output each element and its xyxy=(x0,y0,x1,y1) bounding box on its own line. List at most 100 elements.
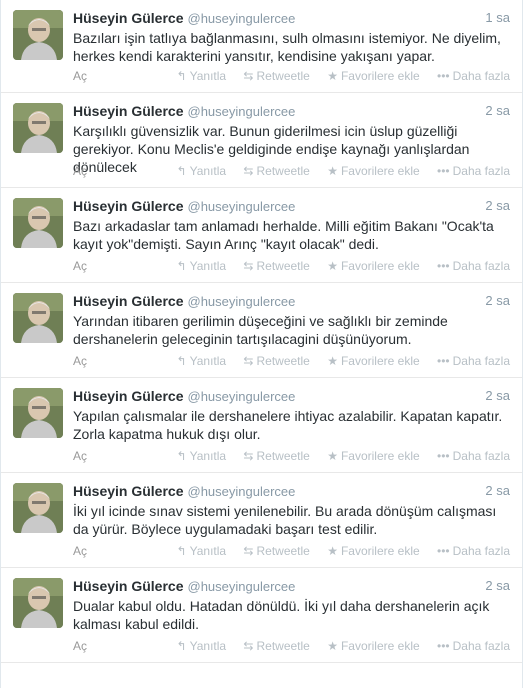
retweet-label: Retweetle xyxy=(256,544,310,558)
more-button[interactable]: ••• Daha fazla xyxy=(437,448,510,464)
author-name[interactable]: Hüseyin Gülerce xyxy=(73,198,184,214)
favorite-label: Favorilere ekle xyxy=(340,354,420,368)
avatar[interactable] xyxy=(13,578,63,628)
tweet-text: İki yıl icinde sınav sistemi yenilenebil… xyxy=(73,503,497,537)
retweet-button[interactable]: ⇆ Retweetle xyxy=(243,353,309,369)
reply-button[interactable]: ↰ Yanıtla xyxy=(177,543,227,559)
reply-button[interactable]: ↰ Yanıtla xyxy=(177,353,227,369)
star-icon: ★ xyxy=(327,164,338,178)
reply-arrow-icon: ↰ xyxy=(176,544,187,558)
tweet-time[interactable]: 1 sa xyxy=(485,9,510,27)
tweet[interactable]: Hüseyin Gülerce @huseyingulercee 2 sa Baz… xyxy=(1,188,522,283)
tweet-footer: Aç ↰ Yanıtla ⇆ Retweetle ★ Favorilere ekle … xyxy=(73,543,510,559)
tweet-actions: ↰ Yanıtla ⇆ Retweetle ★ Favorilere ekle •••… xyxy=(163,258,510,274)
expand-link[interactable]: Aç xyxy=(73,258,87,274)
tweet-text: Yapılan çalısmalar ile dershanelere ihti… xyxy=(73,408,503,442)
more-button[interactable]: ••• Daha fazla xyxy=(437,353,510,369)
more-button[interactable]: ••• Daha fazla xyxy=(437,163,510,179)
tweet[interactable]: Hüseyin Gülerce @huseyingulercee 2 sa Yap… xyxy=(1,378,522,473)
author-username[interactable]: @huseyingulercee xyxy=(188,199,296,214)
tweet-header: Hüseyin Gülerce @huseyingulercee 2 sa xyxy=(73,577,510,595)
more-button[interactable]: ••• Daha fazla xyxy=(437,543,510,559)
author-username[interactable]: @huseyingulercee xyxy=(188,294,296,309)
tweet[interactable]: Hüseyin Gülerce @huseyingulercee 2 sa Dua… xyxy=(1,568,522,663)
tweet-text: Bazı arkadaslar tam anlamadı herhalde. M… xyxy=(73,218,494,252)
favorite-button[interactable]: ★ Favorilere ekle xyxy=(327,638,419,654)
retweet-button[interactable]: ⇆ Retweetle xyxy=(243,543,309,559)
tweet[interactable]: Hüseyin Gülerce @huseyingulercee 2 sa Yar… xyxy=(1,283,522,378)
tweet-time[interactable]: 2 sa xyxy=(485,577,510,595)
favorite-button[interactable]: ★ Favorilere ekle xyxy=(327,353,419,369)
star-icon: ★ xyxy=(327,544,338,558)
tweet-time[interactable]: 2 sa xyxy=(485,197,510,215)
reply-label: Yanıtla xyxy=(189,69,227,83)
expand-link[interactable]: Aç xyxy=(73,448,87,464)
favorite-button[interactable]: ★ Favorilere ekle xyxy=(327,543,419,559)
reply-label: Yanıtla xyxy=(189,639,227,653)
retweet-label: Retweetle xyxy=(256,354,310,368)
reply-label: Yanıtla xyxy=(189,259,227,273)
retweet-button[interactable]: ⇆ Retweetle xyxy=(243,163,309,179)
tweet[interactable]: Hüseyin Gülerce @huseyingulercee 2 sa İki… xyxy=(1,473,522,568)
reply-button[interactable]: ↰ Yanıtla xyxy=(177,448,227,464)
author-name[interactable]: Hüseyin Gülerce xyxy=(73,483,184,499)
avatar[interactable] xyxy=(13,198,63,248)
tweet-time[interactable]: 2 sa xyxy=(485,482,510,500)
retweet-button[interactable]: ⇆ Retweetle xyxy=(243,258,309,274)
more-button[interactable]: ••• Daha fazla xyxy=(437,258,510,274)
author-name[interactable]: Hüseyin Gülerce xyxy=(73,578,184,594)
favorite-button[interactable]: ★ Favorilere ekle xyxy=(327,258,419,274)
reply-arrow-icon: ↰ xyxy=(176,639,187,653)
ellipsis-icon: ••• xyxy=(437,449,450,463)
retweet-icon: ⇆ xyxy=(243,259,254,273)
author-name[interactable]: Hüseyin Gülerce xyxy=(73,293,184,309)
tweet-time[interactable]: 2 sa xyxy=(485,292,510,310)
favorite-button[interactable]: ★ Favorilere ekle xyxy=(327,163,419,179)
star-icon: ★ xyxy=(327,639,338,653)
tweet-actions: ↰ Yanıtla ⇆ Retweetle ★ Favorilere ekle •••… xyxy=(163,448,510,464)
tweet-time[interactable]: 2 sa xyxy=(485,387,510,405)
reply-button[interactable]: ↰ Yanıtla xyxy=(177,68,227,84)
retweet-icon: ⇆ xyxy=(243,69,254,83)
retweet-button[interactable]: ⇆ Retweetle xyxy=(243,638,309,654)
more-label: Daha fazla xyxy=(452,449,510,463)
ellipsis-icon: ••• xyxy=(437,639,450,653)
author-username[interactable]: @huseyingulercee xyxy=(188,579,296,594)
expand-link[interactable]: Aç xyxy=(73,638,87,654)
more-button[interactable]: ••• Daha fazla xyxy=(437,68,510,84)
retweet-button[interactable]: ⇆ Retweetle xyxy=(243,448,309,464)
author-name[interactable]: Hüseyin Gülerce xyxy=(73,10,184,26)
expand-link[interactable]: Aç xyxy=(73,353,87,369)
avatar[interactable] xyxy=(13,293,63,343)
avatar[interactable] xyxy=(13,10,63,60)
author-name[interactable]: Hüseyin Gülerce xyxy=(73,388,184,404)
author-username[interactable]: @huseyingulercee xyxy=(188,484,296,499)
tweet-text: Dualar kabul oldu. Hatadan dönüldü. İki … xyxy=(73,598,490,632)
retweet-icon: ⇆ xyxy=(243,354,254,368)
avatar[interactable] xyxy=(13,483,63,533)
expand-link[interactable]: Aç xyxy=(73,543,87,559)
star-icon: ★ xyxy=(327,354,338,368)
reply-arrow-icon: ↰ xyxy=(176,164,187,178)
tweet[interactable]: Hüseyin Gülerce @huseyingulercee 1 sa Baz… xyxy=(1,0,522,93)
tweet-time[interactable]: 2 sa xyxy=(485,102,510,120)
more-label: Daha fazla xyxy=(452,164,510,178)
author-username[interactable]: @huseyingulercee xyxy=(188,11,296,26)
reply-button[interactable]: ↰ Yanıtla xyxy=(177,163,227,179)
author-name[interactable]: Hüseyin Gülerce xyxy=(73,103,184,119)
favorite-button[interactable]: ★ Favorilere ekle xyxy=(327,448,419,464)
author-username[interactable]: @huseyingulercee xyxy=(188,389,296,404)
reply-button[interactable]: ↰ Yanıtla xyxy=(177,638,227,654)
favorite-button[interactable]: ★ Favorilere ekle xyxy=(327,68,419,84)
expand-link[interactable]: Aç xyxy=(73,68,87,84)
tweet[interactable]: Hüseyin Gülerce @huseyingulercee 2 sa Kar… xyxy=(1,93,522,188)
avatar[interactable] xyxy=(13,388,63,438)
expand-link[interactable]: Aç xyxy=(73,163,87,179)
avatar[interactable] xyxy=(13,103,63,153)
author-username[interactable]: @huseyingulercee xyxy=(188,104,296,119)
more-button[interactable]: ••• Daha fazla xyxy=(437,638,510,654)
retweet-button[interactable]: ⇆ Retweetle xyxy=(243,68,309,84)
ellipsis-icon: ••• xyxy=(437,69,450,83)
favorite-label: Favorilere ekle xyxy=(340,259,420,273)
reply-button[interactable]: ↰ Yanıtla xyxy=(177,258,227,274)
